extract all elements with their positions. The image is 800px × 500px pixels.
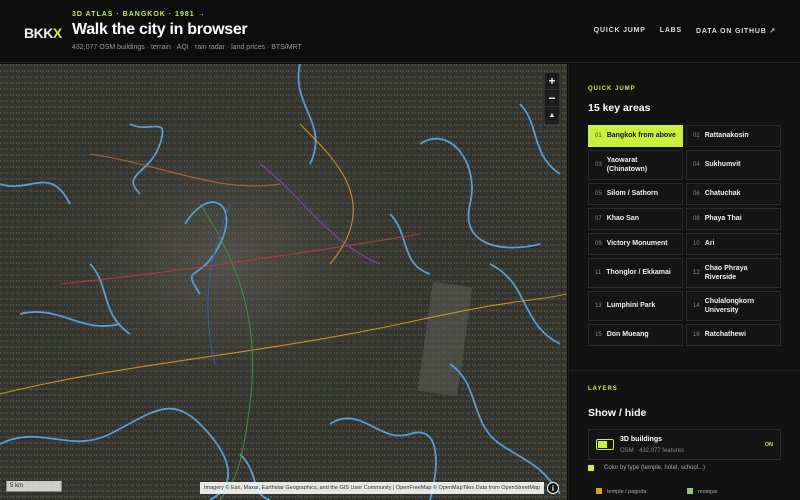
checkbox-icon[interactable] [588, 465, 594, 471]
area-number: 10 [693, 240, 700, 247]
area-label: Sukhumvit [704, 161, 741, 169]
area-label: Chao Phraya Riverside [704, 264, 748, 281]
quick-jump-11[interactable]: 11 Thonglor / Ekkamai [588, 258, 683, 288]
area-label: Don Mueang [606, 331, 649, 339]
panel-divider [569, 370, 800, 371]
quick-jump-16[interactable]: 16 Ratchathewi [686, 324, 781, 346]
area-number: 13 [595, 302, 602, 309]
quick-jump-05[interactable]: 05 Silom / Sathorn [588, 183, 683, 205]
area-number: 11 [595, 269, 602, 276]
area-label: Thonglor / Ekkamai [606, 269, 671, 277]
layers-title: Show / hide [588, 407, 647, 419]
area-label: Ratchathewi [704, 331, 746, 339]
map-attribution[interactable]: Imagery © Esri, Maxar, Earthstar Geograp… [200, 482, 545, 494]
quick-jump-15[interactable]: 15 Don Mueang [588, 324, 683, 346]
scale-bar: 5 km [6, 481, 62, 492]
header-kicker[interactable]: 3D ATLAS · BANGKOK · 1981 → [72, 11, 206, 18]
area-label: Chatuchak [704, 190, 741, 198]
area-label: Phaya Thai [704, 215, 742, 223]
area-number: 15 [595, 331, 602, 338]
layer-state-badge: ON [764, 442, 773, 448]
quick-jump-kicker: QUICK JUMP [588, 86, 636, 92]
area-label: Yaowarat (Chinatown) [606, 156, 648, 173]
quick-jump-13[interactable]: 13 Lumphini Park [588, 291, 683, 321]
area-number: 04 [693, 161, 700, 168]
quick-jump-title: 15 key areas [588, 102, 651, 114]
area-number: 06 [693, 190, 700, 197]
compass-button[interactable]: ▲ [545, 107, 559, 124]
legend-item: temple / pagoda [596, 488, 646, 495]
area-number: 14 [693, 302, 700, 309]
quick-jump-03[interactable]: 03 Yaowarat (Chinatown) [588, 150, 683, 180]
quick-jump-10[interactable]: 10 Ari [686, 233, 781, 255]
satellite-map [0, 64, 567, 500]
legend-swatch [687, 488, 693, 494]
color-by-type-option[interactable]: Color by type (temple, hotel, school...) [604, 465, 705, 471]
area-label: Rattanakosin [704, 132, 749, 140]
area-number: 03 [595, 161, 602, 168]
area-number: 12 [693, 269, 700, 276]
quick-jump-12[interactable]: 12 Chao Phraya Riverside [686, 258, 781, 288]
area-number: 01 [595, 132, 602, 139]
area-number: 05 [595, 190, 602, 197]
quick-jump-02[interactable]: 02 Rattanakosin [686, 125, 781, 147]
quick-jump-14[interactable]: 14 Chulalongkorn University [686, 291, 781, 321]
nav-labs[interactable]: LABS [660, 27, 682, 35]
area-label: Khao San [606, 215, 639, 223]
area-label: Victory Monument [606, 240, 668, 248]
area-number: 02 [693, 132, 700, 139]
info-icon[interactable]: i [547, 482, 559, 494]
quick-jump-04[interactable]: 04 Sukhumvit [686, 150, 781, 180]
logo[interactable]: BKKX [24, 25, 62, 41]
quick-jump-01[interactable]: 01 Bangkok from above [588, 125, 683, 147]
area-number: 08 [693, 215, 700, 222]
layer-name: 3D buildings [620, 436, 662, 443]
map-view[interactable]: + − ▲ 5 km Imagery © Esri, Maxar, Earths… [0, 64, 567, 500]
area-grid: 01 Bangkok from above 02 Rattanakosin 03 Yaow… [588, 125, 781, 346]
toggle-icon[interactable] [596, 439, 614, 450]
area-label: Lumphini Park [606, 302, 656, 310]
zoom-out-button[interactable]: − [545, 90, 559, 107]
area-number: 09 [595, 240, 602, 247]
nav-github[interactable]: DATA ON GITHUB ↗ [696, 27, 776, 35]
quick-jump-09[interactable]: 09 Victory Monument [588, 233, 683, 255]
quick-jump-07[interactable]: 07 Khao San [588, 208, 683, 230]
layer-meta: OSM · 432,077 features [620, 448, 685, 454]
area-label: Bangkok from above [606, 132, 676, 140]
area-label: Chulalongkorn University [704, 297, 755, 314]
layers-kicker: LAYERS [588, 386, 618, 392]
area-label: Ari [704, 240, 715, 248]
map-controls: + − ▲ [544, 72, 560, 125]
side-panel: QUICK JUMP 15 key areas 01 Bangkok from a… [568, 64, 800, 500]
area-label: Silom / Sathorn [606, 190, 659, 198]
layer-3d-buildings[interactable]: 3D buildings OSM · 432,077 features ON [588, 429, 781, 460]
legend-swatch [596, 488, 602, 494]
zoom-in-button[interactable]: + [545, 73, 559, 90]
area-number: 07 [595, 215, 602, 222]
top-nav: QUICK JUMP LABS DATA ON GITHUB ↗ [594, 27, 776, 35]
quick-jump-08[interactable]: 08 Phaya Thai [686, 208, 781, 230]
page-subtitle: 432,077 OSM buildings · terrain · AQI · … [72, 44, 302, 51]
nav-quick-jump[interactable]: QUICK JUMP [594, 27, 646, 35]
top-bar: BKKX 3D ATLAS · BANGKOK · 1981 → Walk th… [0, 0, 800, 63]
legend-item: mosque [687, 488, 718, 495]
page-title: Walk the city in browser [72, 21, 248, 38]
area-number: 16 [693, 331, 700, 338]
quick-jump-06[interactable]: 06 Chatuchak [686, 183, 781, 205]
